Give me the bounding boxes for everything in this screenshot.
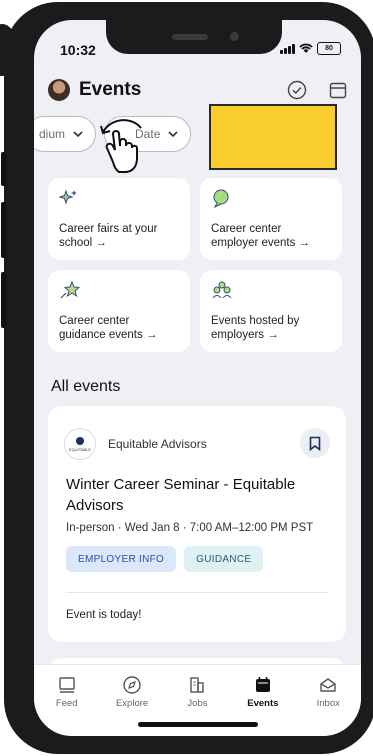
category-label: Career center guidance events → [59,315,158,341]
filter-chip-label: dium [39,127,66,141]
yellow-highlight-overlay [209,104,337,170]
category-card-employer-events[interactable]: Career center employer events → [200,178,342,260]
page-header: Events [48,75,347,105]
category-label: Career center employer events → [211,223,311,249]
wifi-icon [299,43,313,53]
inbox-icon [320,678,336,692]
sparkle-icon [59,189,77,205]
chevron-down-icon [168,130,178,137]
calendar-icon[interactable] [329,81,347,99]
tab-label: Inbox [316,698,340,709]
section-title-all-events: All events [51,378,121,395]
category-card-guidance-events[interactable]: Career center guidance events → [48,270,190,352]
speaker [172,34,208,40]
category-grid: Career fairs at your school → Career cen… [48,178,348,352]
organizer-name: Equitable Advisors [108,437,207,451]
tab-label: Explore [115,698,149,709]
category-label: Events hosted by employers → [211,315,300,341]
event-status-text: Event is today! [66,609,142,621]
svg-text:EQUITABLE: EQUITABLE [69,447,91,452]
battery-icon: 80 [317,42,341,55]
tab-inbox[interactable]: Inbox [300,675,356,736]
notch [106,20,282,54]
check-circle-icon[interactable] [287,80,307,100]
side-button [1,272,6,328]
tab-feed[interactable]: Feed [39,675,95,736]
compass-icon [123,676,141,694]
star-icon [60,280,81,299]
bookmark-button[interactable] [300,428,330,458]
tag-guidance: GUIDANCE [184,546,264,572]
event-card[interactable]: EQUITABLE Equitable Advisors Winter Care… [48,406,346,642]
side-button [1,202,6,258]
status-time: 10:32 [60,42,96,58]
calendar-filled-icon [255,677,270,692]
status-indicators: 80 [280,42,341,55]
signal-icon [280,43,295,54]
chevron-down-icon [73,130,83,137]
organizer-logo: EQUITABLE [64,428,96,460]
app-screen: 10:32 80 Events dium Date Career fairs a… [34,20,361,736]
tag-employer-info: EMPLOYER INFO [66,546,177,572]
filter-chip-medium[interactable]: dium [34,116,97,152]
event-meta: In-person · Wed Jan 8 · 7:00 AM–12:00 PM… [66,522,314,534]
event-organizer: EQUITABLE Equitable Advisors [64,428,207,460]
side-button [1,152,6,186]
event-title: Winter Career Seminar - Equitable Adviso… [66,476,296,514]
feed-icon [58,677,75,693]
organizer-logo-mark: EQUITABLE [69,437,91,452]
swipe-hand-icon [100,119,142,173]
people-icon [212,281,232,299]
page-title: Events [79,79,142,100]
category-card-employer-hosted[interactable]: Events hosted by employers → [200,270,342,352]
building-icon [190,677,205,693]
category-label: Career fairs at your school → [59,223,158,249]
tab-label: Events [247,698,279,709]
tab-label: Jobs [187,698,208,709]
divider [66,592,328,593]
avatar[interactable] [48,79,70,101]
camera [230,32,239,41]
tab-label: Feed [55,698,78,709]
home-indicator [138,722,258,727]
bookmark-icon [309,436,321,451]
category-card-career-fairs[interactable]: Career fairs at your school → [48,178,190,260]
phone-frame: 10:32 80 Events dium Date Career fairs a… [1,2,373,754]
chat-bubble-icon [213,189,229,208]
header-actions [287,80,347,100]
event-tags: EMPLOYER INFO GUIDANCE [66,546,264,572]
